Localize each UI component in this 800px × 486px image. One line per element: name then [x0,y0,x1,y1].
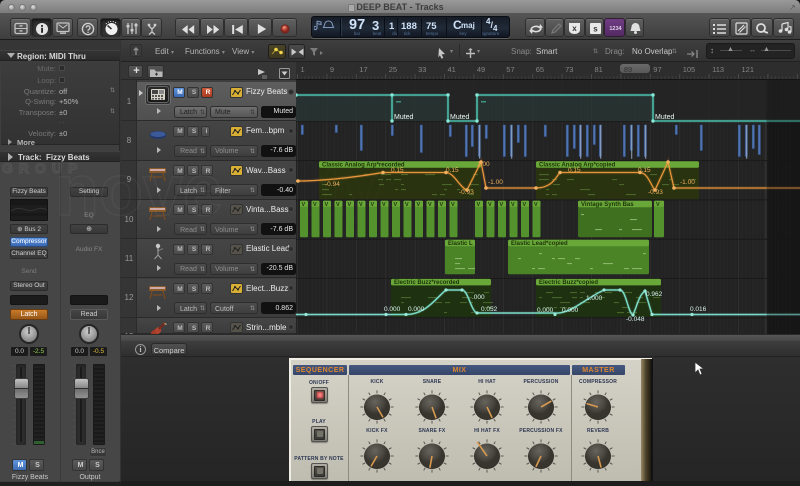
svg-text:V: V [656,202,660,208]
svg-text:0.000: 0.000 [537,307,554,314]
svg-text:0.016: 0.016 [690,306,707,313]
svg-text:V: V [500,202,504,208]
svg-text:Vintage Synth Bas: Vintage Synth Bas [581,202,634,208]
svg-text:0.15: 0.15 [638,167,651,174]
svg-text:-0.93: -0.93 [648,189,663,196]
svg-text:Elastic L: Elastic L [448,241,473,247]
svg-text:V: V [405,202,409,208]
svg-text:Electric Buzz*copied: Electric Buzz*copied [539,280,598,286]
svg-text:-0.93: -0.93 [459,189,474,196]
svg-text:0.000: 0.000 [384,306,401,313]
svg-text:0.962: 0.962 [646,291,663,298]
svg-text:0.000: 0.000 [562,307,579,314]
svg-text:V: V [511,202,515,208]
svg-text:V: V [477,202,481,208]
svg-text:V: V [394,202,398,208]
svg-text:0.15: 0.15 [568,167,581,174]
svg-text:V: V [523,202,527,208]
svg-text:s: s [593,25,598,34]
svg-text:.000: .000 [472,294,485,301]
svg-text:0.000: 0.000 [408,306,425,313]
svg-text:0.15: 0.15 [446,167,459,174]
svg-text:-1.00: -1.00 [488,179,503,186]
svg-text:V: V [534,202,538,208]
svg-text:0.052: 0.052 [481,306,498,313]
svg-text:0.15: 0.15 [391,167,404,174]
svg-text:V: V [440,202,444,208]
svg-text:-1.00: -1.00 [680,179,695,186]
svg-text:Electric Buzz*recorded: Electric Buzz*recorded [394,280,460,286]
svg-text:V: V [428,202,432,208]
svg-text:V: V [417,202,421,208]
svg-text:x: x [572,24,577,33]
svg-text:V: V [488,202,492,208]
svg-text:Muted: Muted [394,114,414,121]
svg-text:Elastic Lead*copied: Elastic Lead*copied [511,241,568,247]
svg-text:Muted: Muted [655,114,675,121]
svg-text:1.000: 1.000 [586,295,603,302]
svg-text:V: V [451,202,455,208]
svg-text:-0.048: -0.048 [626,316,645,323]
svg-text:Muted: Muted [450,114,470,121]
svg-text:1.00: 1.00 [477,161,490,168]
